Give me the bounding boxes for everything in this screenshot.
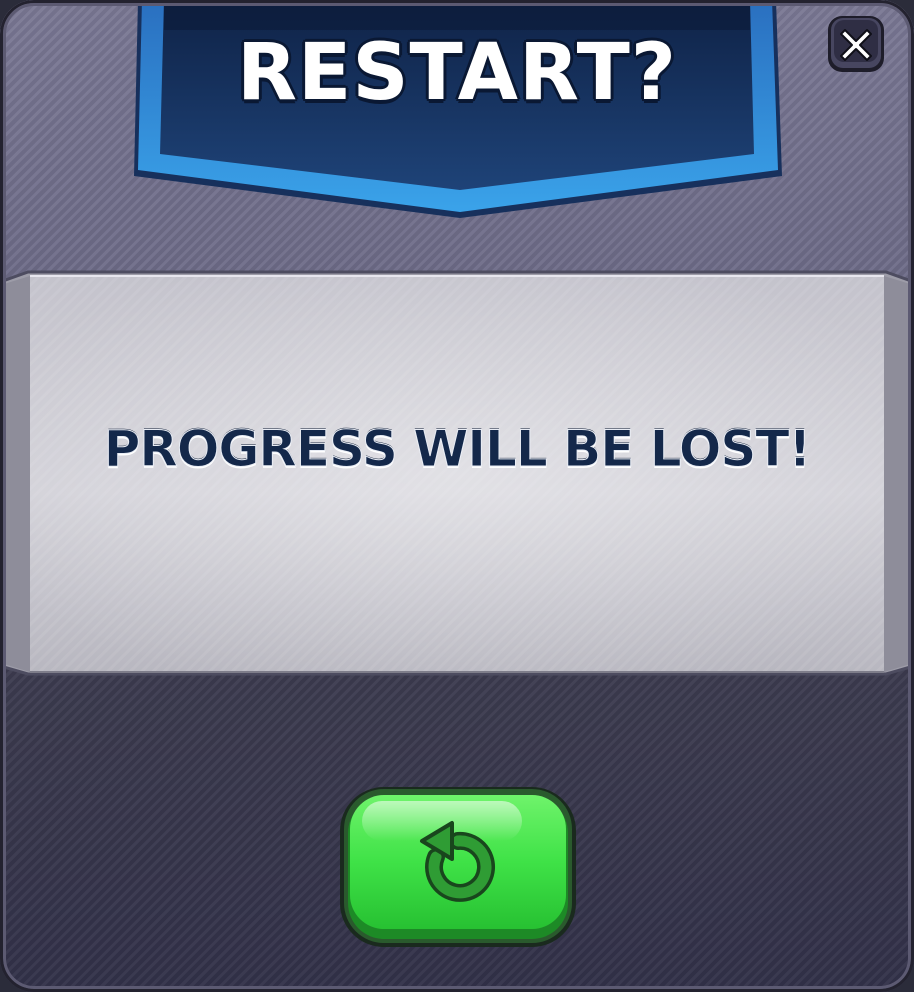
close-x-icon bbox=[828, 16, 884, 72]
dialog-title: RESTART? bbox=[236, 28, 678, 118]
message-text: PROGRESS WILL BE LOST! bbox=[103, 420, 812, 479]
restart-dialog: PROGRESS WILL BE LOST! RESTART? bbox=[0, 0, 914, 992]
restart-button[interactable] bbox=[338, 783, 578, 953]
close-button[interactable] bbox=[826, 14, 886, 74]
